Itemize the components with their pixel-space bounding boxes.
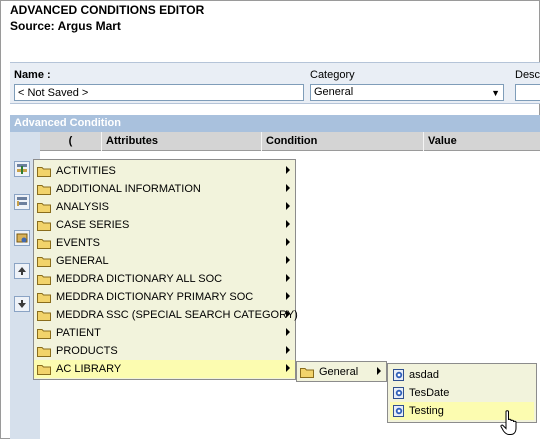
folder-icon [37, 311, 51, 321]
menu-item-activities[interactable]: ACTIVITIES [34, 162, 295, 180]
menu-item-meddra-dictionary-primary-soc[interactable]: MEDDRA DICTIONARY PRIMARY SOC [34, 288, 295, 306]
submenu-arrow-icon [286, 166, 290, 174]
folder-icon [37, 293, 51, 303]
menu-item-label: PRODUCTS [56, 345, 118, 357]
condition-item-asdad[interactable]: asdad [390, 366, 534, 384]
column-header-attributes: Attributes [102, 132, 262, 151]
folder-icon [37, 347, 51, 357]
submenu-arrow-icon [286, 184, 290, 192]
add-condition-button[interactable] [14, 161, 30, 177]
submenu-arrow-icon [286, 292, 290, 300]
submenu-arrow-icon [286, 274, 290, 282]
description-label: Desc [515, 69, 540, 81]
menu-item-label: PATIENT [56, 327, 101, 339]
arrow-down-icon [18, 300, 26, 308]
page-title: ADVANCED CONDITIONS EDITOR [10, 3, 205, 17]
condition-item-label: TesDate [409, 387, 450, 399]
name-category-panel: Name : Category Desc General ▼ [10, 62, 540, 104]
library-icon [16, 233, 28, 243]
submenu-arrow-icon [286, 364, 290, 372]
move-up-button[interactable] [14, 263, 30, 279]
menu-item-case-series[interactable]: CASE SERIES [34, 216, 295, 234]
source-label: Source: Argus Mart [10, 19, 121, 33]
submenu-arrow-icon [286, 328, 290, 336]
category-label: Category [310, 69, 355, 81]
menu-item-ac-library[interactable]: AC LIBRARY [34, 360, 295, 378]
hand-pointer-cursor [500, 410, 517, 435]
menu-item-meddra-ssc-special-search-category[interactable]: MEDDRA SSC (SPECIAL SEARCH CATEGORY) [34, 306, 298, 324]
name-label: Name : [14, 69, 51, 81]
category-selected-value: General [314, 86, 354, 98]
condition-item-tesdate[interactable]: TesDate [390, 384, 534, 402]
menu-item-products[interactable]: PRODUCTS [34, 342, 295, 360]
menu-item-label: GENERAL [56, 255, 109, 267]
dropdown-arrow-icon: ▼ [491, 88, 500, 98]
submenu-arrow-icon [286, 238, 290, 246]
submenu-arrow-icon [286, 310, 290, 318]
column-header-condition: Condition [262, 132, 424, 151]
folder-icon [37, 365, 51, 375]
move-down-button[interactable] [14, 296, 30, 312]
condition-doc-icon [393, 387, 404, 399]
menu-item-label: ACTIVITIES [56, 165, 116, 177]
condition-doc-icon [393, 405, 404, 417]
add-group-icon [17, 197, 27, 206]
arrow-up-icon [18, 267, 26, 275]
library-button[interactable] [14, 230, 30, 246]
menu-item-label: CASE SERIES [56, 219, 130, 231]
submenu-arrow-icon [286, 202, 290, 210]
menu-item-meddra-dictionary-all-soc[interactable]: MEDDRA DICTIONARY ALL SOC [34, 270, 295, 288]
description-input[interactable] [515, 84, 540, 101]
folder-icon [300, 368, 314, 378]
folder-icon [37, 185, 51, 195]
submenu-arrow-icon [377, 367, 381, 375]
column-header-value: Value [428, 135, 457, 147]
folder-icon [37, 167, 51, 177]
menu-item-label: ANALYSIS [56, 201, 109, 213]
category-select[interactable]: General ▼ [310, 84, 504, 101]
menu-item-analysis[interactable]: ANALYSIS [34, 198, 295, 216]
ac-library-submenu: General [296, 361, 387, 382]
add-group-button[interactable] [14, 194, 30, 210]
advanced-condition-header: Advanced Condition [10, 115, 540, 132]
condition-item-label: Testing [409, 405, 444, 417]
submenu-arrow-icon [286, 346, 290, 354]
menu-item-label: ADDITIONAL INFORMATION [56, 183, 201, 195]
menu-item-additional-information[interactable]: ADDITIONAL INFORMATION [34, 180, 295, 198]
add-condition-icon [17, 164, 27, 174]
folder-icon [37, 203, 51, 213]
name-input[interactable] [14, 84, 304, 101]
menu-item-patient[interactable]: PATIENT [34, 324, 295, 342]
menu-item-label: EVENTS [56, 237, 101, 249]
submenu-arrow-icon [286, 256, 290, 264]
folder-icon [37, 221, 51, 231]
condition-item-label: asdad [409, 369, 439, 381]
folder-icon [37, 257, 51, 267]
attribute-category-menu: ACTIVITIES ADDITIONAL INFORMATION ANALYSIS… [33, 159, 298, 380]
folder-icon [37, 239, 51, 249]
menu-item-general[interactable]: GENERAL [34, 252, 295, 270]
menu-item-events[interactable]: EVENTS [34, 234, 295, 252]
submenu-item-label: General [319, 366, 359, 378]
menu-item-label: MEDDRA SSC (SPECIAL SEARCH CATEGORY) [56, 309, 298, 321]
column-header-paren: ( [40, 132, 102, 151]
submenu-item-general[interactable]: General [297, 363, 386, 381]
menu-item-label: MEDDRA DICTIONARY PRIMARY SOC [56, 291, 254, 303]
menu-item-label: AC LIBRARY [56, 363, 122, 375]
condition-grid-header: ( Attributes Condition Value [40, 132, 540, 151]
folder-icon [37, 329, 51, 339]
menu-item-label: MEDDRA DICTIONARY ALL SOC [56, 273, 223, 285]
submenu-arrow-icon [286, 220, 290, 228]
condition-doc-icon [393, 369, 404, 381]
folder-icon [37, 275, 51, 285]
